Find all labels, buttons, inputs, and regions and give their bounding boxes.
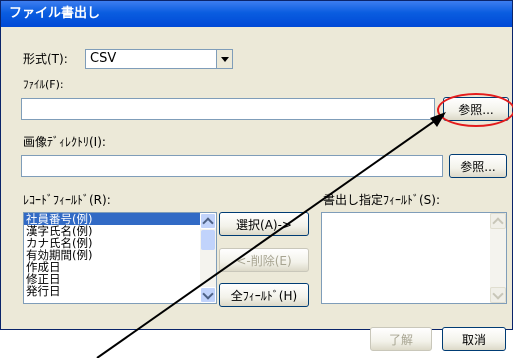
export-fields-label: 書出し指定ﾌｨｰﾙﾄﾞ(S): xyxy=(323,193,441,207)
export-file-dialog: ファイル書出し 形式(T): CSV ﾌｧｲﾙ(F): 参照... 画像ﾃﾞｨﾚ… xyxy=(0,0,513,330)
highlight-circle xyxy=(437,93,513,127)
scroll-up-icon[interactable] xyxy=(200,213,216,229)
image-dir-label: 画像ﾃﾞｨﾚｸﾄﾘ(I): xyxy=(23,135,106,149)
format-label: 形式(T): xyxy=(23,52,68,66)
dialog-title: ファイル書出し xyxy=(1,1,512,27)
all-fields-button[interactable]: 全ﾌｨｰﾙﾄﾞ(H) xyxy=(219,283,309,307)
ok-button[interactable]: 了解 xyxy=(370,327,432,351)
cancel-button[interactable]: 取消 xyxy=(442,327,506,351)
scroll-up-icon[interactable] xyxy=(490,213,506,229)
image-dir-browse-button[interactable]: 参照... xyxy=(449,154,507,178)
format-value: CSV xyxy=(90,51,117,66)
format-select[interactable]: CSV xyxy=(85,49,233,69)
scroll-thumb[interactable] xyxy=(201,230,215,250)
scroll-down-icon[interactable] xyxy=(200,287,216,303)
export-fields-list[interactable] xyxy=(321,212,507,304)
file-path-input[interactable] xyxy=(21,98,435,120)
record-fields-list[interactable]: 社員番号(例) 漢字氏名(例) カナ氏名(例) 有効期間(例) 作成日 修正日 発行日 xyxy=(23,212,217,304)
record-field-item[interactable]: 発行日 xyxy=(24,285,216,297)
image-dir-input[interactable] xyxy=(21,155,443,177)
delete-field-button[interactable]: <-削除(E) xyxy=(219,248,309,272)
record-fields-scrollbar[interactable] xyxy=(200,213,216,303)
file-label: ﾌｧｲﾙ(F): xyxy=(23,78,64,91)
scroll-down-icon[interactable] xyxy=(490,287,506,303)
export-fields-scrollbar[interactable] xyxy=(490,213,506,303)
select-field-button[interactable]: 選択(A)-> xyxy=(219,212,309,236)
chevron-down-icon[interactable] xyxy=(216,50,232,68)
record-fields-label: ﾚｺｰﾄﾞﾌｨｰﾙﾄﾞ(R): xyxy=(23,193,111,207)
